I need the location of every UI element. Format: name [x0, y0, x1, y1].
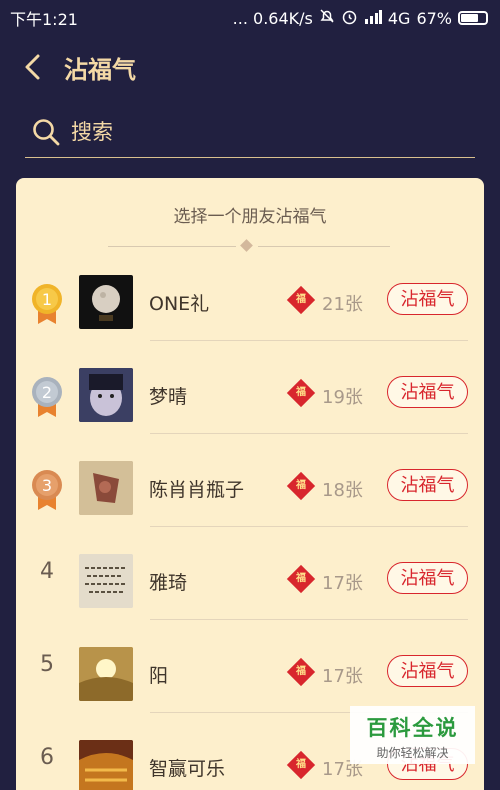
gold-medal-icon: 1: [32, 284, 62, 324]
list-item[interactable]: 5 阳 福 17张 沾福气: [16, 620, 484, 713]
network-type: 4G: [387, 8, 411, 28]
svg-text:3: 3: [42, 476, 52, 495]
rank-number: 5: [40, 652, 54, 677]
friend-name: 陈肖肖瓶子: [149, 479, 245, 501]
bronze-medal-icon: 3: [32, 470, 62, 510]
fu-card-icon: 福: [286, 285, 316, 315]
list-item[interactable]: 4 雅琦 福 17张 沾福气: [16, 527, 484, 620]
watermark: 百科全说 助你轻松解决: [350, 706, 475, 764]
battery-icon: [458, 11, 488, 25]
search-input[interactable]: [71, 119, 451, 144]
status-bar: 下午1:21 ... 0.64K/s 4G 67%: [0, 0, 500, 36]
zhan-fu-qi-button[interactable]: 沾福气: [387, 376, 468, 408]
friend-name: ONE礼: [149, 293, 210, 315]
signal-icon: [364, 9, 382, 28]
svg-text:1: 1: [42, 290, 52, 309]
network-speed: ... 0.64K/s: [232, 8, 313, 28]
avatar[interactable]: [79, 554, 133, 608]
card-count: 17张: [322, 666, 363, 687]
card-count: 21张: [322, 294, 363, 315]
svg-text:2: 2: [42, 383, 52, 402]
header: 沾福气: [0, 44, 500, 90]
status-time: 下午1:21: [10, 10, 78, 29]
mute-icon: [319, 8, 335, 28]
back-icon[interactable]: [8, 44, 58, 90]
rank-number: 6: [40, 745, 54, 770]
friend-name: 梦晴: [149, 386, 188, 408]
search-bar[interactable]: [25, 106, 475, 158]
status-indicators: ... 0.64K/s 4G 67%: [233, 8, 488, 29]
fu-card-icon: 福: [286, 750, 316, 780]
fu-card-icon: 福: [286, 564, 316, 594]
card-title: 选择一个朋友沾福气: [173, 207, 327, 227]
friend-name: 智赢可乐: [149, 758, 226, 780]
card-count: 17张: [322, 573, 363, 594]
avatar[interactable]: [79, 368, 133, 422]
divider-left: [108, 246, 236, 247]
avatar[interactable]: [79, 275, 133, 329]
divider-right: [258, 246, 390, 247]
friend-list-card: 选择一个朋友沾福气 1 ONE礼 福 21张 沾福气 2 梦晴 福 19张 沾福…: [16, 178, 484, 790]
zhan-fu-qi-button[interactable]: 沾福气: [387, 469, 468, 501]
list-item[interactable]: 3 陈肖肖瓶子 福 18张 沾福气: [16, 434, 484, 527]
battery-percent: 67%: [416, 8, 452, 28]
zhan-fu-qi-button[interactable]: 沾福气: [387, 562, 468, 594]
page-title: 沾福气: [64, 55, 136, 84]
card-count: 19张: [322, 387, 363, 408]
alarm-icon: [341, 8, 358, 29]
avatar[interactable]: [79, 647, 133, 701]
fu-card-icon: 福: [286, 471, 316, 501]
zhan-fu-qi-button[interactable]: 沾福气: [387, 655, 468, 687]
search-icon: [31, 117, 61, 147]
rank-number: 4: [40, 559, 54, 584]
card-count: 18张: [322, 480, 363, 501]
list-item[interactable]: 2 梦晴 福 19张 沾福气: [16, 341, 484, 434]
fu-card-icon: 福: [286, 378, 316, 408]
silver-medal-icon: 2: [32, 377, 62, 417]
watermark-subtitle: 助你轻松解决: [376, 746, 449, 760]
friend-name: 雅琦: [149, 572, 188, 594]
avatar[interactable]: [79, 740, 133, 790]
avatar[interactable]: [79, 461, 133, 515]
list-item[interactable]: 1 ONE礼 福 21张 沾福气: [16, 248, 484, 341]
friend-name: 阳: [149, 665, 169, 687]
watermark-title: 百科全说: [366, 716, 459, 740]
zhan-fu-qi-button[interactable]: 沾福气: [387, 283, 468, 315]
fu-card-icon: 福: [286, 657, 316, 687]
